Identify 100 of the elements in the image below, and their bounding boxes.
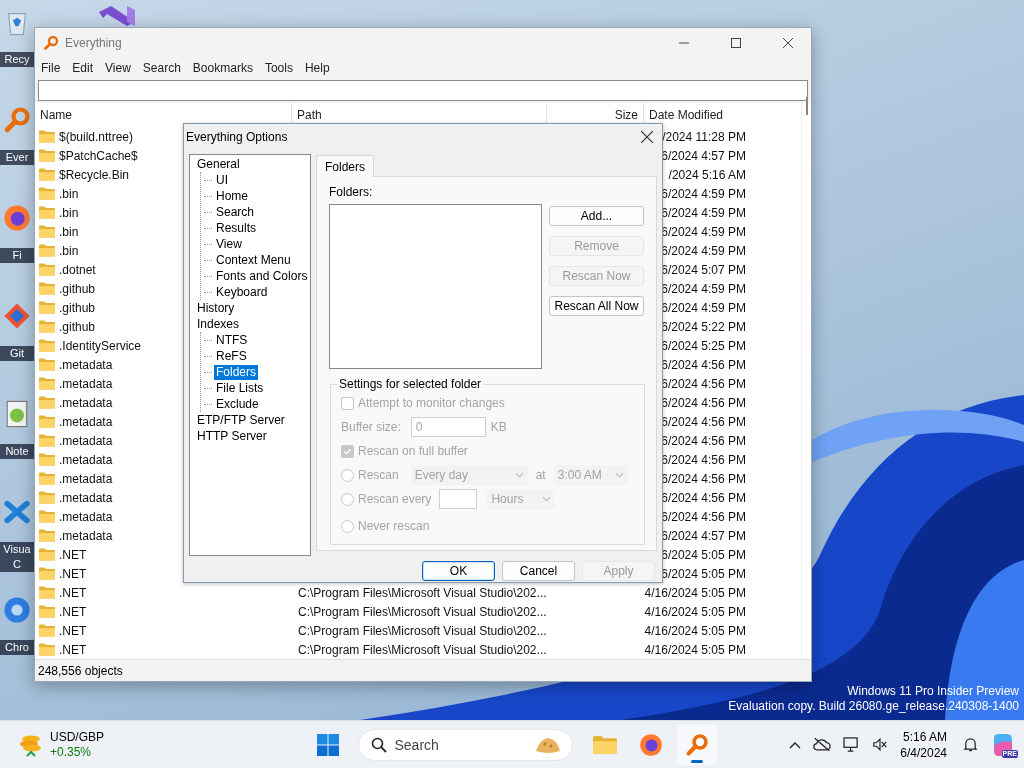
file-name: .metadata	[59, 433, 113, 448]
date-modified: 4/16/2024 5:05 PM	[644, 585, 746, 600]
folder-icon	[39, 206, 55, 219]
tree-item[interactable]: View	[214, 236, 244, 252]
tree-item[interactable]: Exclude	[214, 396, 261, 412]
evaluation-notice: Evaluation copy. Build 26080.ge_release.240308-1400	[728, 699, 1019, 714]
magnifier-icon	[684, 732, 709, 757]
file-path: C:\Program Files\Microsoft Visual Studio\202...	[298, 604, 547, 619]
chevron-down-icon	[614, 472, 624, 478]
folder-icon	[39, 510, 55, 523]
desktop-icon-label[interactable]: Ever	[0, 150, 34, 165]
group-title: Settings for selected folder	[338, 377, 483, 391]
tree-item[interactable]: Home	[214, 188, 250, 204]
close-icon	[641, 130, 653, 143]
tree-item[interactable]: History	[195, 300, 237, 316]
dialog-title: Everything Options	[186, 129, 288, 144]
menu-item[interactable]: Search	[136, 60, 187, 76]
widget-change: +0.35%	[50, 744, 93, 760]
menu-item[interactable]: Help	[298, 60, 336, 76]
desktop-icon-label[interactable]: Visua C	[0, 542, 34, 572]
widget-title[interactable]: USD/GBP	[50, 729, 104, 745]
tree-item[interactable]: Indexes	[195, 316, 242, 332]
menu-item[interactable]: Tools	[258, 60, 299, 76]
desktop-icon-label[interactable]: Recy	[0, 52, 34, 67]
file-path: C:\Program Files\Microsoft Visual Studio\202...	[298, 623, 547, 638]
tree-item[interactable]: File Lists	[214, 380, 266, 396]
folder-icon	[39, 358, 55, 371]
file-name: .IdentityService	[59, 338, 142, 353]
file-name: .bin	[59, 243, 79, 258]
file-name: .NET	[59, 585, 87, 600]
file-name: .NET	[59, 642, 87, 657]
scrollbar-thumb[interactable]	[806, 97, 808, 115]
folder-icon	[39, 282, 55, 295]
cross-icon	[3, 498, 31, 526]
tree-item[interactable]: NTFS	[214, 332, 250, 348]
tree-item[interactable]: Search	[214, 204, 257, 220]
folder-icon	[39, 377, 55, 390]
desktop-icon-label[interactable]: Note	[0, 444, 34, 459]
file-name: $PatchCache$	[59, 148, 138, 163]
folder-list[interactable]	[329, 204, 542, 369]
tree-item[interactable]: General	[195, 156, 242, 172]
menu-item[interactable]: File	[35, 60, 67, 76]
cloud-off-icon	[813, 737, 832, 752]
file-name: .github	[59, 319, 96, 334]
magnifier-icon	[3, 106, 31, 134]
clock-date[interactable]: 6/4/2024	[900, 744, 947, 761]
desktop-icon-label[interactable]: Fi	[0, 248, 34, 263]
menu-item[interactable]: View	[99, 60, 137, 76]
diamond-icon	[3, 302, 31, 330]
evaluation-notice: Windows 11 Pro Insider Preview	[847, 684, 1019, 699]
folder-icon	[39, 149, 55, 162]
tree-item[interactable]: ETP/FTP Server	[195, 412, 287, 428]
folder-icon	[39, 415, 55, 428]
file-name: .metadata	[59, 528, 113, 543]
chevron-down-icon	[542, 496, 552, 502]
tree-item[interactable]: UI	[214, 172, 230, 188]
tree-item[interactable]: Folders	[214, 364, 258, 380]
menu-item[interactable]: Edit	[66, 60, 100, 76]
date-modified: /2024 11:28 PM	[662, 129, 746, 144]
action-button[interactable]: Add...	[549, 206, 644, 226]
file-name: .github	[59, 281, 96, 296]
folder-icon	[592, 734, 617, 755]
folder-icon	[39, 434, 55, 447]
chevron-up-icon	[789, 740, 802, 749]
tree-item[interactable]: Context Menu	[214, 252, 293, 268]
folder-icon	[39, 472, 55, 485]
tree-item[interactable]: Results	[214, 220, 258, 236]
desktop-icon-label[interactable]: Git	[0, 346, 34, 361]
field-label: Buffer size:	[341, 420, 401, 434]
folder-icon	[39, 339, 55, 352]
file-name: .NET	[59, 547, 87, 562]
date-modified: 4/16/2024 5:05 PM	[644, 604, 746, 619]
tree-item[interactable]: Fonts and Colors	[214, 268, 310, 284]
tree-item[interactable]: HTTP Server	[195, 428, 269, 444]
tab[interactable]: Folders	[316, 155, 374, 177]
field-label: Folders:	[329, 185, 374, 199]
folder-icon	[39, 624, 55, 637]
file-name: .NET	[59, 604, 87, 619]
file-name: .metadata	[59, 395, 113, 410]
close-icon	[783, 38, 793, 48]
dialog-button[interactable]: Cancel	[502, 561, 575, 581]
window-title: Everything	[65, 36, 123, 50]
magnifier-icon	[43, 35, 59, 51]
action-button[interactable]: Rescan All Now	[549, 296, 644, 316]
column-header[interactable]: Name	[35, 103, 291, 127]
dialog-button[interactable]: OK	[422, 561, 495, 581]
folder-icon	[39, 453, 55, 466]
status-text: 248,556 objects	[38, 663, 123, 678]
search-input[interactable]: Search	[394, 736, 526, 753]
taskbar-app-button[interactable]	[676, 724, 717, 765]
menu-item[interactable]: Bookmarks	[186, 60, 259, 76]
tree-item[interactable]: Keyboard	[214, 284, 270, 300]
bell-icon	[963, 737, 978, 752]
clock-time[interactable]: 5:16 AM	[902, 728, 947, 745]
desktop-icon-label[interactable]: Chro	[0, 640, 34, 655]
search-field[interactable]	[38, 80, 808, 101]
folder-icon	[39, 263, 55, 276]
orb-icon	[638, 732, 663, 757]
folder-icon	[39, 605, 55, 618]
tree-item[interactable]: ReFS	[214, 348, 249, 364]
